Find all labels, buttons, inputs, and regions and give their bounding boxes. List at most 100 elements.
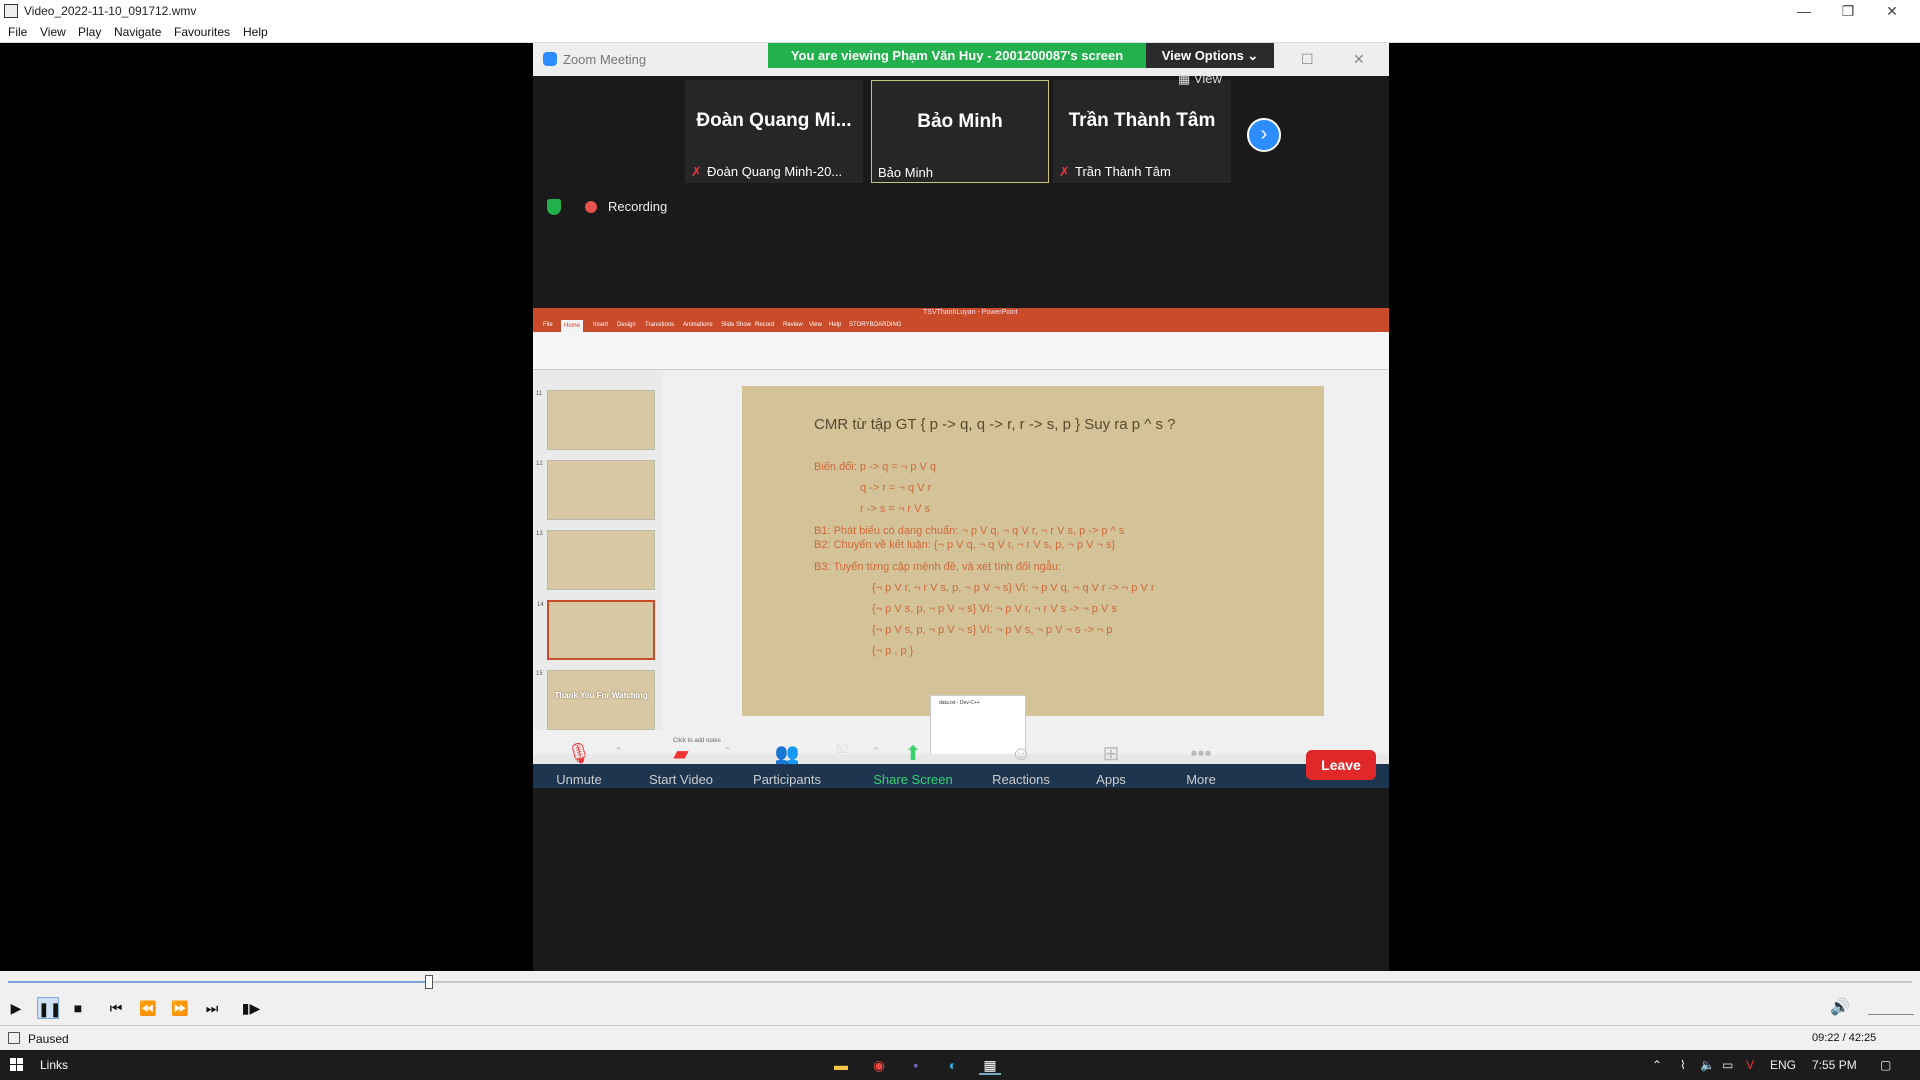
participant-label: Bảo Minh xyxy=(878,165,933,180)
windows-start-icon[interactable] xyxy=(10,1058,24,1072)
title-bar: Video_2022-11-10_091712.wmv — ❐ ✕ xyxy=(0,0,1920,22)
menu-favourites[interactable]: Favourites xyxy=(174,25,230,39)
popup-title: data.txt - Dev-C++ xyxy=(939,700,980,706)
audio-options-caret[interactable]: ⌃ xyxy=(614,745,623,758)
ribbon-tab: Transitions xyxy=(645,322,675,328)
video-options-caret[interactable]: ⌃ xyxy=(723,745,732,758)
status-icon xyxy=(8,1032,20,1044)
ribbon-tab-active: Home xyxy=(561,320,584,332)
pause-icon[interactable]: ❚❚ xyxy=(37,997,61,1019)
fast-forward-icon[interactable]: ⏩ xyxy=(169,997,191,1019)
leave-button[interactable]: Leave xyxy=(1306,750,1376,780)
slide-line: r -> s = ¬ r V s xyxy=(860,503,930,515)
ribbon-tab: Design xyxy=(617,322,636,328)
slide-line: {¬ p V s, p, ¬ p V ¬ s} Vì: ¬ p V r, ¬ r… xyxy=(872,603,1117,615)
zoom-meeting-window: Zoom Meeting ☐ ✕ You are viewing Phạm Vă… xyxy=(533,43,1389,971)
view-button[interactable]: ▦ View xyxy=(1178,71,1222,87)
slide-line: {¬ p V r, ¬ r V s, p, ¬ p V ¬ s} Vì: ¬ p… xyxy=(872,582,1155,594)
volume-slider[interactable] xyxy=(1868,1001,1914,1015)
encryption-shield-icon[interactable] xyxy=(547,199,561,215)
frame-step-icon[interactable]: ▮▶ xyxy=(240,997,262,1019)
participant-tile[interactable]: Trần Thành Tâm ✗ Trần Thành Tâm xyxy=(1053,80,1231,183)
zoom-app-name: Zoom Meeting xyxy=(563,52,647,67)
visual-studio-icon[interactable]: ▪ xyxy=(905,1055,927,1075)
zoom-maximize-icon[interactable]: ☐ xyxy=(1301,51,1314,68)
clock[interactable]: 7:55 PM xyxy=(1812,1058,1857,1072)
participants-label: Participants xyxy=(753,772,821,787)
chrome-icon[interactable]: ◉ xyxy=(868,1055,890,1075)
menu-file[interactable]: File xyxy=(8,25,27,39)
network-icon[interactable]: ⌇ xyxy=(1680,1058,1686,1072)
grid-icon: ▦ xyxy=(1178,71,1194,86)
speaker-icon[interactable]: 🔈 xyxy=(1700,1058,1715,1072)
rewind-icon[interactable]: ⏪ xyxy=(137,997,159,1019)
apps-icon: ⊞ xyxy=(1102,743,1120,765)
edge-icon[interactable]: ◐ xyxy=(942,1055,964,1075)
menu-help[interactable]: Help xyxy=(243,25,268,39)
view-button-label: View xyxy=(1193,71,1222,86)
next-page-button[interactable]: › xyxy=(1247,118,1281,152)
next-icon[interactable]: ⏭ xyxy=(201,997,223,1019)
seek-handle[interactable] xyxy=(425,975,433,989)
tray-overflow-icon[interactable]: ⌃ xyxy=(1652,1058,1662,1072)
slide-thumbnails: 11 12 13 14 15 Thank You For Watching xyxy=(533,370,663,730)
ribbon-toolbar xyxy=(533,332,1389,370)
apps-button[interactable]: ⊞ Apps xyxy=(1063,743,1159,787)
play-icon[interactable]: ▶ xyxy=(5,997,27,1019)
seek-progress xyxy=(8,981,429,983)
slide-thumbnail: 11 xyxy=(536,390,655,450)
seek-bar[interactable] xyxy=(0,971,1920,991)
file-explorer-icon[interactable]: ▬ xyxy=(830,1055,852,1075)
ribbon-tab: View xyxy=(809,322,822,328)
unmute-button[interactable]: 🎙 Unmute xyxy=(531,743,627,787)
menu-navigate[interactable]: Navigate xyxy=(114,25,161,39)
start-video-button[interactable]: ▰ Start Video xyxy=(633,743,729,787)
ribbon-tab: Insert xyxy=(593,322,609,328)
ribbon-tab: File xyxy=(543,322,553,328)
language-indicator[interactable]: ENG xyxy=(1770,1058,1796,1072)
links-toolbar[interactable]: Links xyxy=(40,1058,68,1072)
playback-status: Paused xyxy=(28,1032,69,1046)
zoom-close-icon[interactable]: ✕ xyxy=(1353,51,1365,68)
minimize-button[interactable]: — xyxy=(1784,2,1824,20)
start-video-label: Start Video xyxy=(648,772,714,787)
window-title: Video_2022-11-10_091712.wmv xyxy=(24,4,197,18)
ribbon-tab: Slide Show xyxy=(721,322,752,328)
participant-tile-active[interactable]: Bảo Minh Bảo Minh xyxy=(871,80,1049,183)
participant-tile-name: Đoàn Quang Mi... xyxy=(696,110,852,131)
participant-tile-name: Bảo Minh xyxy=(917,111,1003,132)
slide-number: 12 xyxy=(536,461,543,467)
slide-title: CMR từ tập GT { p -> q, q -> r, r -> s, … xyxy=(814,416,1176,433)
menu-view[interactable]: View xyxy=(40,25,66,39)
volume-icon[interactable]: 🔊 xyxy=(1830,997,1850,1017)
ribbon-tab: Animations xyxy=(683,322,713,328)
notification-icon[interactable]: ▢ xyxy=(1880,1058,1891,1072)
maximize-button[interactable]: ❐ xyxy=(1828,2,1868,20)
reactions-button[interactable]: ☺ Reactions xyxy=(973,743,1069,787)
recording-icon xyxy=(585,201,597,213)
stop-icon[interactable]: ■ xyxy=(67,997,89,1019)
participant-label: Đoàn Quang Minh-20... xyxy=(707,164,843,179)
battery-icon[interactable]: ▭ xyxy=(1722,1058,1733,1072)
vpn-icon[interactable]: V xyxy=(1746,1058,1754,1072)
slide-line: B2: Chuyển về kết luận: {¬ p V q, ¬ q V … xyxy=(814,539,1116,551)
participant-tile[interactable]: Đoàn Quang Mi... ✗ Đoàn Quang Minh-20... xyxy=(685,80,863,183)
participant-tile-name: Trần Thành Tâm xyxy=(1068,110,1216,131)
more-button[interactable]: ••• More xyxy=(1153,743,1249,787)
media-player-taskbar-icon[interactable]: ▦ xyxy=(979,1055,1001,1075)
slide-number: 15 xyxy=(536,671,543,677)
media-player-icon xyxy=(4,4,18,18)
slide-number: 14 xyxy=(537,602,544,608)
participants-button[interactable]: 👥 Participants xyxy=(739,743,835,787)
ribbon-tab: Review xyxy=(783,322,803,328)
share-screen-button[interactable]: ⬆ Share Screen xyxy=(865,743,961,787)
slide-line: {¬ p V s, p, ¬ p V ¬ s} Vì: ¬ p V s, ¬ p… xyxy=(872,624,1113,636)
playback-time: 09:22 / 42:25 xyxy=(1812,1032,1877,1044)
close-button[interactable]: ✕ xyxy=(1872,2,1912,20)
slide-line: q -> r = ¬ q V r xyxy=(860,482,932,494)
view-options-button[interactable]: View Options ⌄ xyxy=(1146,43,1274,68)
ribbon-tab: STORYBOARDING xyxy=(849,322,902,328)
slide-thumbnail: 15 Thank You For Watching xyxy=(536,670,655,730)
menu-play[interactable]: Play xyxy=(78,25,101,39)
previous-icon[interactable]: ⏮ xyxy=(105,997,127,1019)
